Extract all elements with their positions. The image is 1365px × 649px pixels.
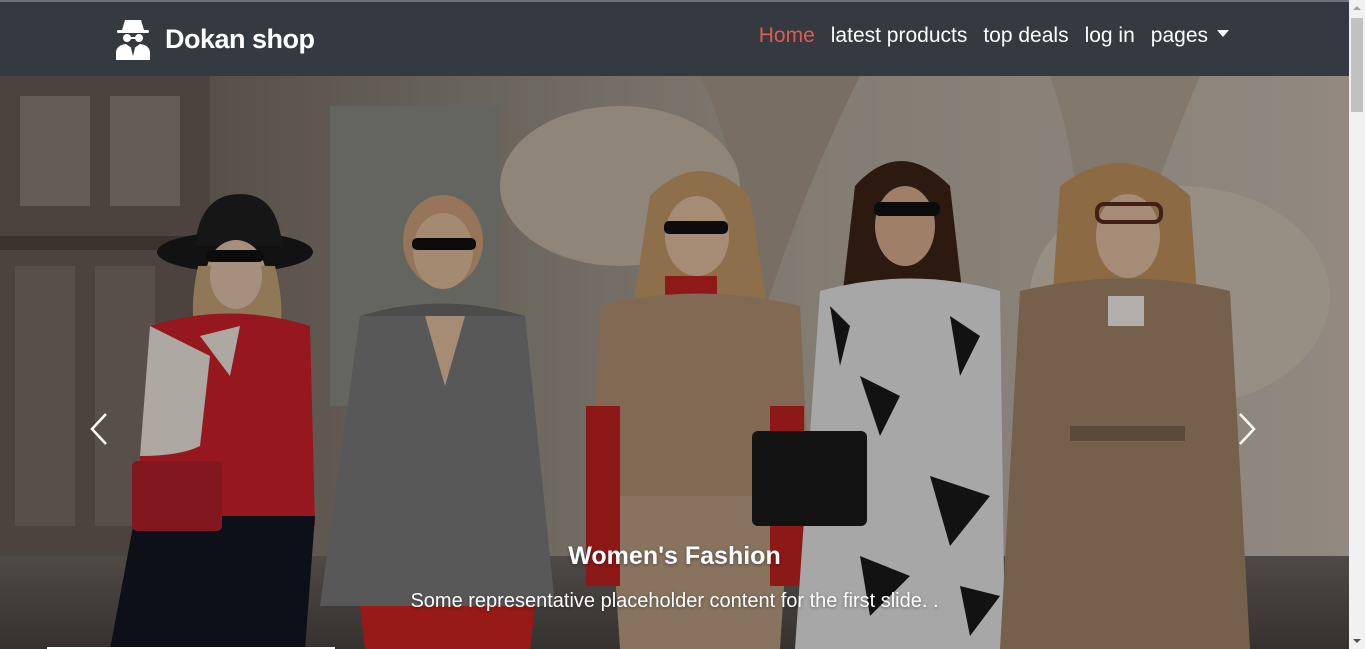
chevron-left-icon[interactable] bbox=[80, 406, 120, 452]
nav-home[interactable]: Home bbox=[759, 24, 815, 48]
slide-caption-title: Women's Fashion bbox=[568, 542, 781, 570]
nav-pages-label: pages bbox=[1150, 24, 1208, 47]
scroll-down-arrow-icon[interactable] bbox=[1349, 633, 1365, 649]
scrollbar-thumb[interactable] bbox=[1351, 18, 1363, 112]
nav-latest-products[interactable]: latest products bbox=[831, 24, 968, 48]
navbar: Dokan shop Home latest products top deal… bbox=[0, 0, 1349, 76]
main-nav: Home latest products top deals log in pa… bbox=[743, 24, 1229, 48]
page: Dokan shop Home latest products top deal… bbox=[0, 0, 1349, 649]
scroll-up-arrow-icon[interactable] bbox=[1349, 0, 1365, 16]
brand-name: Dokan shop bbox=[165, 23, 315, 54]
brand[interactable]: Dokan shop bbox=[115, 18, 315, 60]
chevron-right-icon[interactable] bbox=[1226, 406, 1266, 452]
nav-pages-dropdown[interactable]: pages bbox=[1151, 24, 1229, 48]
slide-caption-text: Some representative placeholder content … bbox=[410, 590, 939, 612]
incognito-spy-icon bbox=[116, 20, 150, 60]
nav-top-deals[interactable]: top deals bbox=[983, 24, 1068, 48]
vertical-scrollbar[interactable] bbox=[1349, 0, 1365, 649]
caret-down-icon bbox=[1217, 29, 1229, 37]
nav-log-in[interactable]: log in bbox=[1085, 24, 1135, 48]
hero-carousel: Women's Fashion Some representative plac… bbox=[0, 76, 1349, 649]
